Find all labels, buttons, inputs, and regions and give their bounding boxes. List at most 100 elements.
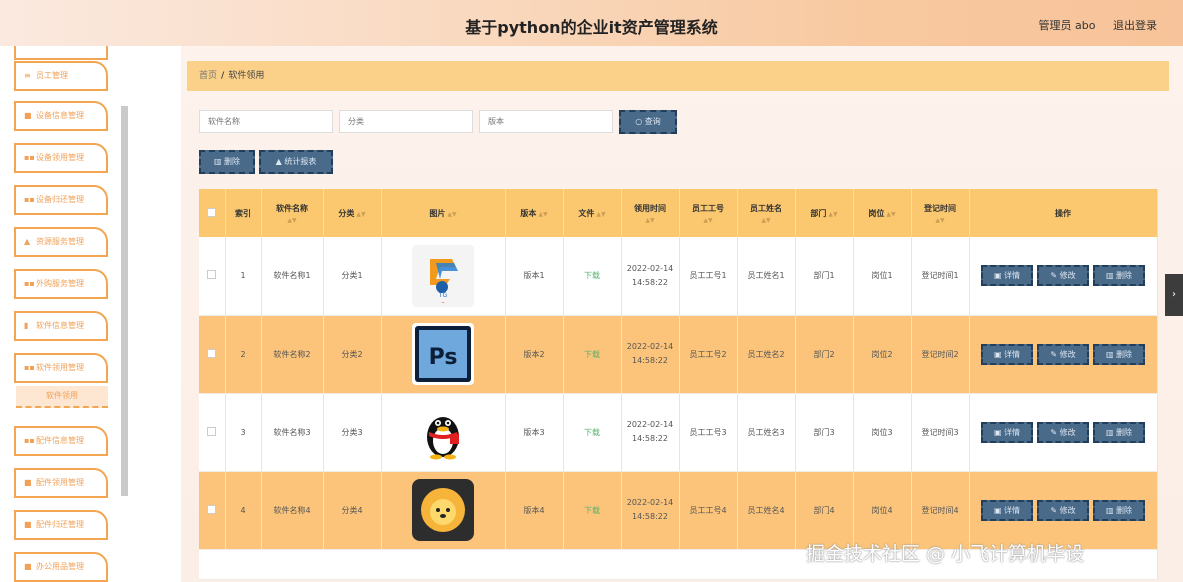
detail-button[interactable]: ▣ 详情 (981, 343, 1033, 365)
svg-text:~: ~ (441, 300, 444, 305)
user-area: 管理员 abo 退出登录 (1039, 17, 1157, 33)
download-link[interactable]: 下载 (584, 428, 600, 437)
sidebar-item[interactable]: ▪▪设备领用管理 (14, 143, 108, 173)
software-name-input[interactable] (199, 110, 333, 133)
delete-button[interactable]: ▥ 删除 (1093, 343, 1145, 365)
row-checkbox[interactable] (207, 426, 217, 436)
select-all-checkbox[interactable] (207, 207, 217, 217)
row-checkbox[interactable] (207, 504, 217, 514)
sidebar-item[interactable]: ■ 办公用品管理 (14, 552, 108, 582)
app-title: 基于python的企业it资产管理系统 (465, 18, 718, 37)
logout-link[interactable]: 退出登录 (1113, 19, 1157, 32)
edit-button[interactable]: ✎ 修改 (1037, 499, 1089, 521)
sort-icon[interactable]: ▲▼ (536, 211, 547, 218)
detail-button[interactable]: ▣ 详情 (981, 265, 1033, 287)
col-reg-time[interactable]: 登记时间 ▲▼ (911, 189, 970, 237)
sort-icon[interactable]: ▲▼ (738, 217, 795, 224)
version-input[interactable] (479, 110, 613, 133)
row-checkbox-cell[interactable] (199, 237, 226, 316)
delete-button[interactable]: ▥ 删除 (1093, 265, 1145, 287)
sidebar-scrollbar[interactable] (121, 106, 128, 496)
sort-icon[interactable]: ▲▼ (912, 217, 969, 224)
sidebar-subitem-active[interactable]: 软件领用 (16, 386, 108, 408)
row-checkbox-cell[interactable] (199, 393, 226, 472)
table-row: 4 软件名称4 分类4 版本4 下载 2022-02-14 14:58:22 员工工号4 员工… (199, 471, 1158, 550)
batch-delete-button[interactable]: ▥ 删除 (199, 150, 255, 174)
col-post[interactable]: 岗位 ▲▼ (853, 189, 912, 237)
sort-icon[interactable]: ▲▼ (680, 217, 737, 224)
sort-icon[interactable]: ▲▼ (262, 217, 323, 224)
sidebar-item-label: 配件信息管理 (36, 436, 84, 445)
row-checkbox-cell[interactable] (199, 315, 226, 394)
cell-post: 岗位2 (853, 315, 912, 394)
category-input[interactable] (339, 110, 473, 133)
delete-button[interactable]: ▥ 删除 (1093, 421, 1145, 443)
menu-icon: ≡ (24, 71, 31, 80)
edit-button[interactable]: ✎ 修改 (1037, 421, 1089, 443)
cell-emp-name: 员工姓名3 (737, 393, 796, 472)
sort-icon[interactable]: ▲▼ (445, 211, 456, 218)
sidebar-item[interactable]: ≡ 员工管理 (14, 61, 108, 91)
cell-reg-time: 登记时间4 (911, 471, 970, 550)
col-emp-no[interactable]: 员工工号 ▲▼ (679, 189, 738, 237)
col-dept[interactable]: 部门 ▲▼ (795, 189, 854, 237)
col-actions: 操作 (969, 189, 1158, 237)
col-image[interactable]: 图片 ▲▼ (381, 189, 506, 237)
sort-icon[interactable]: ▲▼ (354, 211, 365, 218)
menu-icon: ▪▪ (24, 153, 35, 162)
sort-icon[interactable]: ▲▼ (826, 211, 837, 218)
col-post-label: 岗位 (868, 208, 885, 218)
row-checkbox[interactable] (207, 270, 217, 280)
detail-label: 详情 (1004, 505, 1021, 515)
col-file[interactable]: 文件 ▲▼ (563, 189, 622, 237)
sidebar-item-label: 办公用品管理 (36, 562, 84, 571)
stats-label: 统计报表 (284, 157, 317, 166)
download-link[interactable]: 下载 (584, 350, 600, 359)
sidebar-item[interactable]: ▲ 资源服务管理 (14, 227, 108, 257)
sidebar-item[interactable]: ▪▪设备归还管理 (14, 185, 108, 215)
download-link[interactable]: 下载 (584, 506, 600, 515)
download-link[interactable]: 下载 (584, 271, 600, 280)
detail-button[interactable]: ▣ 详情 (981, 421, 1033, 443)
edit-button[interactable]: ✎ 修改 (1037, 265, 1089, 287)
side-expand-tab[interactable]: › (1165, 274, 1183, 316)
sidebar-item-label: 设备领用管理 (36, 153, 84, 162)
col-time[interactable]: 领用时间 ▲▼ (621, 189, 680, 237)
sidebar-item[interactable]: ■ 配件归还管理 (14, 510, 108, 540)
detail-label: 详情 (1004, 349, 1021, 359)
col-version[interactable]: 版本 ▲▼ (505, 189, 564, 237)
menu-icon: ▪▪ (24, 195, 35, 204)
col-name[interactable]: 软件名称 ▲▼ (261, 189, 324, 237)
sort-icon[interactable]: ▲▼ (884, 211, 895, 218)
sort-icon[interactable]: ▲▼ (594, 211, 605, 218)
col-category[interactable]: 分类 ▲▼ (323, 189, 382, 237)
cell-actions: ▣ 详情 ✎ 修改 ▥ 删除 (969, 393, 1158, 472)
row-checkbox-cell[interactable] (199, 471, 226, 550)
breadcrumb-home[interactable]: 首页 (199, 71, 217, 81)
svg-text:TG: TG (438, 292, 448, 299)
sort-icon[interactable]: ▲▼ (622, 217, 679, 224)
sidebar-item-top[interactable] (14, 46, 108, 60)
trash-icon: ▥ (213, 157, 225, 166)
detail-button[interactable]: ▣ 详情 (981, 499, 1033, 521)
breadcrumb-current: 软件领用 (228, 71, 265, 81)
edit-button[interactable]: ✎ 修改 (1037, 343, 1089, 365)
sidebar-item[interactable]: ▪▪配件信息管理 (14, 426, 108, 456)
col-emp-name[interactable]: 员工姓名 ▲▼ (737, 189, 796, 237)
sidebar-item[interactable]: ▮ 软件信息管理 (14, 311, 108, 341)
row-checkbox[interactable] (207, 348, 217, 358)
stats-report-button[interactable]: ▲ 统计报表 (259, 150, 333, 174)
cell-category: 分类4 (323, 471, 382, 550)
sidebar-item[interactable]: ▪▪外购服务管理 (14, 269, 108, 299)
cell-actions: ▣ 详情 ✎ 修改 ▥ 删除 (969, 471, 1158, 550)
select-all-checkbox-cell[interactable] (199, 189, 226, 237)
col-time-label: 领用时间 (634, 203, 666, 213)
cell-name: 软件名称1 (261, 237, 324, 316)
sidebar-item[interactable]: ■ 配件领用管理 (14, 468, 108, 498)
sidebar-item[interactable]: ▪▪软件领用管理 (14, 353, 108, 383)
sidebar-item[interactable]: ■ 设备信息管理 (14, 101, 108, 131)
delete-button[interactable]: ▥ 删除 (1093, 499, 1145, 521)
sidebar-item-label: 外购服务管理 (36, 279, 84, 288)
query-button[interactable]: ○ 查询 (619, 110, 677, 134)
menu-icon: ▪▪ (24, 436, 35, 445)
